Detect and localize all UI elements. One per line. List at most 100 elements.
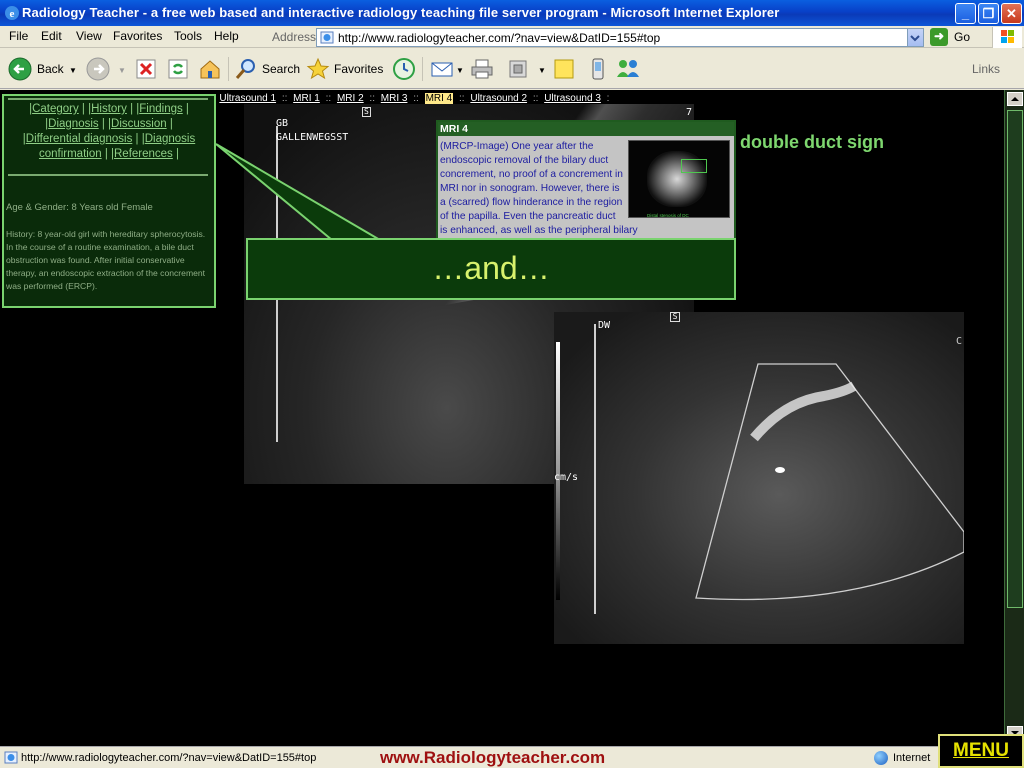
links-label[interactable]: Links bbox=[972, 62, 1000, 76]
browser-window: e Radiology Teacher - a free web based a… bbox=[0, 0, 1024, 768]
favorites-star-icon bbox=[306, 57, 330, 80]
page-status-icon bbox=[4, 751, 18, 764]
status-url: http://www.radiologyteacher.com/?nav=vie… bbox=[21, 752, 317, 764]
stop-icon bbox=[136, 59, 156, 79]
address-url[interactable]: http://www.radiologyteacher.com/?nav=vie… bbox=[338, 31, 660, 45]
link-diagnosis[interactable]: Diagnosis bbox=[48, 118, 99, 130]
crumb-ultrasound-1[interactable]: Ultrasound 1 bbox=[219, 93, 276, 104]
breadcrumb-separator: :: bbox=[369, 93, 375, 104]
go-label: Go bbox=[954, 30, 971, 44]
link-discussion[interactable]: Discussion bbox=[111, 118, 167, 130]
back-label: Back bbox=[37, 62, 64, 76]
menu-button[interactable]: MENU bbox=[938, 734, 1024, 768]
forward-button[interactable]: ▼ bbox=[86, 55, 126, 83]
mail-icon bbox=[431, 62, 453, 77]
scroll-up-icon[interactable] bbox=[1007, 92, 1023, 106]
mrcp-annotation-box bbox=[681, 159, 707, 173]
search-button[interactable]: Search bbox=[234, 55, 300, 83]
menu-edit[interactable]: Edit bbox=[41, 29, 62, 43]
minimize-button[interactable]: _ bbox=[955, 3, 976, 24]
breadcrumb-separator: : bbox=[606, 93, 610, 104]
svg-text:e: e bbox=[10, 8, 15, 20]
stop-button[interactable] bbox=[134, 55, 158, 83]
link-history[interactable]: History bbox=[91, 103, 127, 115]
zone-label: Internet bbox=[893, 752, 931, 764]
back-arrow-icon bbox=[8, 57, 32, 81]
link-category[interactable]: Category bbox=[32, 103, 79, 115]
edit-button[interactable]: ▼ bbox=[506, 55, 546, 83]
crumb-ultrasound-3[interactable]: Ultrasound 3 bbox=[544, 93, 601, 104]
menu-bar: File Edit View Favorites Tools Help Addr… bbox=[0, 26, 1024, 48]
mrcp-caption: Distal stenosis of DC bbox=[647, 213, 689, 218]
breadcrumb-separator: :: bbox=[532, 93, 539, 104]
crumb-mri-2[interactable]: MRI 2 bbox=[337, 93, 364, 104]
window-title: Radiology Teacher - a free web based and… bbox=[22, 5, 780, 20]
link-references[interactable]: References bbox=[114, 148, 173, 160]
edit-page-icon bbox=[509, 60, 527, 78]
page-content: :: Ultrasound 1 :: MRI 1 :: MRI 2 :: MRI… bbox=[0, 90, 1004, 746]
link-diagnosis-confirmation-cont[interactable]: confirmation bbox=[39, 148, 102, 160]
history-text: History: 8 year-old girl with hereditary… bbox=[6, 229, 206, 292]
scroll-thumb[interactable] bbox=[1007, 110, 1023, 608]
forward-arrow-icon bbox=[86, 57, 110, 81]
panel-divider bbox=[8, 98, 208, 100]
history-icon bbox=[393, 58, 415, 80]
us1-label-gb: GB bbox=[276, 118, 289, 129]
print-button[interactable] bbox=[470, 55, 494, 83]
us1-label-name: GALLENWEGSST bbox=[276, 132, 349, 143]
ultrasound-image-2[interactable]: DW S cm/s C bbox=[554, 312, 964, 644]
crumb-mri-3[interactable]: MRI 3 bbox=[381, 93, 408, 104]
breadcrumb-separator: :: bbox=[325, 93, 332, 104]
menu-tools[interactable]: Tools bbox=[174, 29, 202, 43]
messenger-device-button[interactable] bbox=[586, 55, 610, 83]
discuss-button[interactable] bbox=[552, 55, 576, 83]
close-button[interactable]: ✕ bbox=[1001, 3, 1022, 24]
toolbar-separator bbox=[228, 57, 229, 81]
vertical-scrollbar[interactable] bbox=[1004, 90, 1024, 746]
page-icon bbox=[320, 31, 334, 44]
mri-popup-text: (MRCP-Image) One year after the endoscop… bbox=[440, 141, 638, 236]
refresh-button[interactable] bbox=[166, 55, 190, 83]
age-gender: Age & Gender: 8 Years old Female bbox=[6, 202, 153, 213]
search-icon bbox=[235, 59, 255, 79]
crumb-mri-1[interactable]: MRI 1 bbox=[293, 93, 320, 104]
link-diagnosis-confirmation[interactable]: Diagnosis bbox=[145, 133, 196, 145]
note-icon bbox=[554, 59, 574, 79]
home-button[interactable] bbox=[198, 55, 222, 83]
forward-dropdown-icon[interactable]: ▼ bbox=[118, 66, 126, 75]
history-button[interactable] bbox=[392, 55, 416, 83]
menu-view[interactable]: View bbox=[76, 29, 102, 43]
breadcrumb: :: Ultrasound 1 :: MRI 1 :: MRI 2 :: MRI… bbox=[205, 93, 612, 104]
messenger-button[interactable] bbox=[614, 55, 642, 83]
link-findings[interactable]: Findings bbox=[139, 103, 182, 115]
back-dropdown-icon[interactable]: ▼ bbox=[69, 66, 77, 75]
address-dropdown-icon[interactable] bbox=[907, 29, 923, 46]
internet-zone-icon bbox=[874, 751, 888, 765]
crumb-ultrasound-2[interactable]: Ultrasound 2 bbox=[470, 93, 527, 104]
breadcrumb-separator: :: bbox=[413, 93, 419, 104]
us1-marker-s: S bbox=[362, 107, 371, 117]
menu-favorites[interactable]: Favorites bbox=[113, 29, 162, 43]
title-bar: e Radiology Teacher - a free web based a… bbox=[0, 0, 1024, 26]
mrcp-thumbnail[interactable]: Distal stenosis of DC bbox=[628, 140, 730, 218]
crumb-mri-4-current[interactable]: MRI 4 bbox=[424, 93, 454, 104]
mail-button[interactable]: ▼ bbox=[430, 55, 464, 83]
link-differential-diagnosis[interactable]: Differential diagnosis bbox=[26, 133, 133, 145]
address-label: Address bbox=[272, 30, 317, 44]
breadcrumb-separator: :: bbox=[459, 93, 465, 104]
refresh-icon bbox=[168, 59, 188, 79]
address-bar[interactable]: http://www.radiologyteacher.com/?nav=vie… bbox=[316, 28, 924, 47]
breadcrumb-separator: :: bbox=[281, 93, 288, 104]
site-brand[interactable]: www.Radiologyteacher.com bbox=[380, 748, 605, 768]
menu-file[interactable]: File bbox=[9, 29, 28, 43]
callout-box: …and… bbox=[246, 238, 736, 300]
maximize-button[interactable]: ❐ bbox=[978, 3, 999, 24]
us1-marker-7: 7 bbox=[686, 107, 693, 118]
go-button[interactable]: ➜ Go bbox=[930, 28, 974, 47]
mail-dropdown-icon[interactable]: ▼ bbox=[456, 66, 464, 75]
back-button[interactable]: Back ▼ bbox=[8, 55, 86, 83]
favorites-button[interactable]: Favorites bbox=[306, 55, 386, 83]
home-icon bbox=[200, 60, 220, 79]
edit-dropdown-icon[interactable]: ▼ bbox=[538, 66, 546, 75]
menu-help[interactable]: Help bbox=[214, 29, 239, 43]
